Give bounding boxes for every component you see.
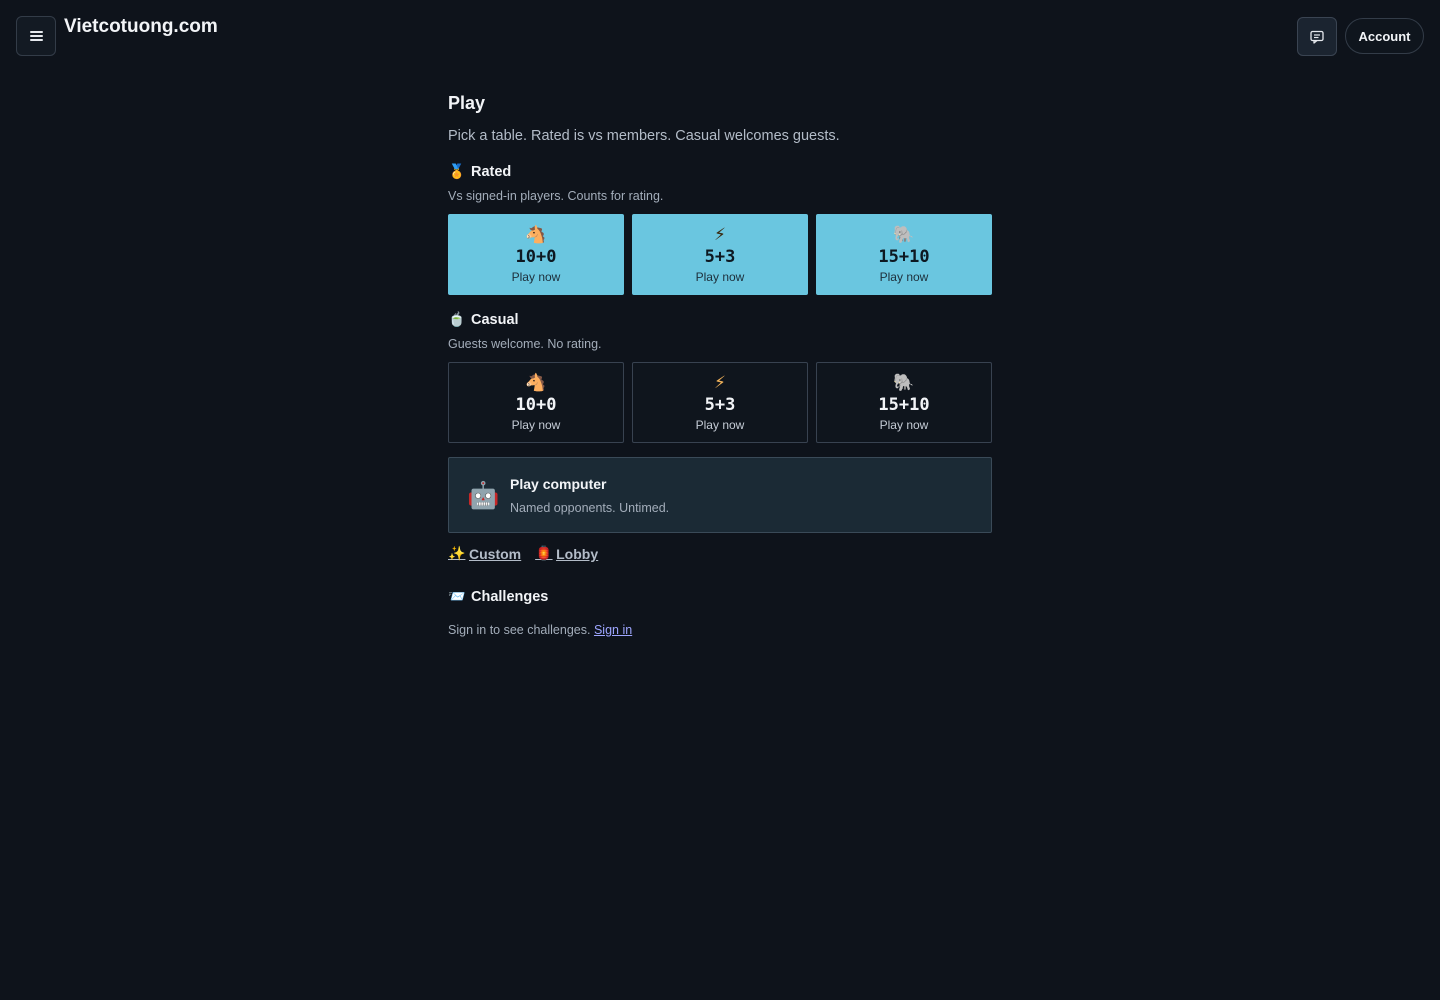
tile-time: 10+0 — [515, 395, 557, 415]
tile-action: Play now — [695, 418, 745, 432]
casual-tile-10-0[interactable]: 🐴 10+0 Play now — [448, 362, 624, 443]
challenges-message-text: Sign in to see challenges. — [448, 623, 591, 637]
account-button[interactable]: Account — [1345, 18, 1424, 54]
play-computer-subtitle: Named opponents. Untimed. — [510, 501, 670, 515]
tile-action: Play now — [511, 418, 561, 432]
horse-icon: 🐴 — [525, 225, 547, 245]
quick-links: ✨ Custom 🏮 Lobby — [448, 546, 598, 562]
sign-in-link[interactable]: Sign in — [594, 623, 632, 637]
casual-heading: 🍵 Casual — [448, 312, 519, 328]
page-title: Play — [448, 93, 486, 113]
chat-button[interactable] — [1297, 17, 1337, 56]
horse-icon: 🐴 — [525, 373, 547, 393]
tile-action: Play now — [879, 270, 929, 284]
rated-tile-15-10[interactable]: 🐘 15+10 Play now — [816, 214, 992, 295]
elephant-icon: 🐘 — [893, 225, 915, 245]
sparkles-icon: ✨ — [448, 546, 466, 562]
challenges-heading: 📨 Challenges — [448, 589, 548, 605]
custom-link-label: Custom — [469, 546, 522, 562]
tile-action: Play now — [511, 270, 561, 284]
lobby-link-label: Lobby — [556, 546, 599, 562]
tile-time: 15+10 — [878, 395, 930, 415]
chat-icon — [1310, 30, 1324, 44]
tile-action: Play now — [879, 418, 929, 432]
menu-button[interactable] — [16, 16, 56, 56]
play-computer-card[interactable]: 🤖 Play computer Named opponents. Untimed… — [448, 457, 992, 533]
envelope-icon: 📨 — [448, 589, 466, 605]
tile-time: 5+3 — [704, 395, 736, 415]
casual-subtitle: Guests welcome. No rating. — [448, 337, 602, 351]
tile-action: Play now — [695, 270, 745, 284]
rated-heading: 🏅 Rated — [448, 164, 511, 180]
play-computer-title: Play computer — [510, 476, 607, 492]
rated-title: Rated — [471, 164, 512, 180]
rated-subtitle: Vs signed-in players. Counts for rating. — [448, 189, 664, 203]
elephant-icon: 🐘 — [893, 373, 915, 393]
challenges-message: Sign in to see challenges. Sign in — [448, 623, 632, 637]
lobby-link[interactable]: 🏮 Lobby — [535, 546, 598, 562]
hamburger-icon — [29, 31, 43, 41]
tea-icon: 🍵 — [448, 312, 466, 328]
tile-time: 15+10 — [878, 247, 930, 267]
rated-grid: 🐴 10+0 Play now ⚡ 5+3 Play now 🐘 15+10 P… — [448, 214, 992, 295]
rated-tile-5-3[interactable]: ⚡ 5+3 Play now — [632, 214, 808, 295]
casual-tile-5-3[interactable]: ⚡ 5+3 Play now — [632, 362, 808, 443]
tile-time: 10+0 — [515, 247, 557, 267]
casual-grid: 🐴 10+0 Play now ⚡ 5+3 Play now 🐘 15+10 P… — [448, 362, 992, 443]
lantern-icon: 🏮 — [535, 546, 553, 562]
casual-title: Casual — [471, 312, 519, 328]
tile-time: 5+3 — [704, 247, 736, 267]
challenges-title: Challenges — [471, 589, 549, 605]
lightning-icon: ⚡ — [714, 373, 726, 393]
medal-icon: 🏅 — [448, 164, 466, 180]
rated-tile-10-0[interactable]: 🐴 10+0 Play now — [448, 214, 624, 295]
site-title[interactable]: Vietcotuong.com — [64, 16, 218, 38]
casual-tile-15-10[interactable]: 🐘 15+10 Play now — [816, 362, 992, 443]
lightning-icon: ⚡ — [714, 225, 726, 245]
page-description: Pick a table. Rated is vs members. Casua… — [448, 128, 840, 144]
robot-icon: 🤖 — [467, 481, 500, 511]
custom-link[interactable]: ✨ Custom — [448, 546, 521, 562]
